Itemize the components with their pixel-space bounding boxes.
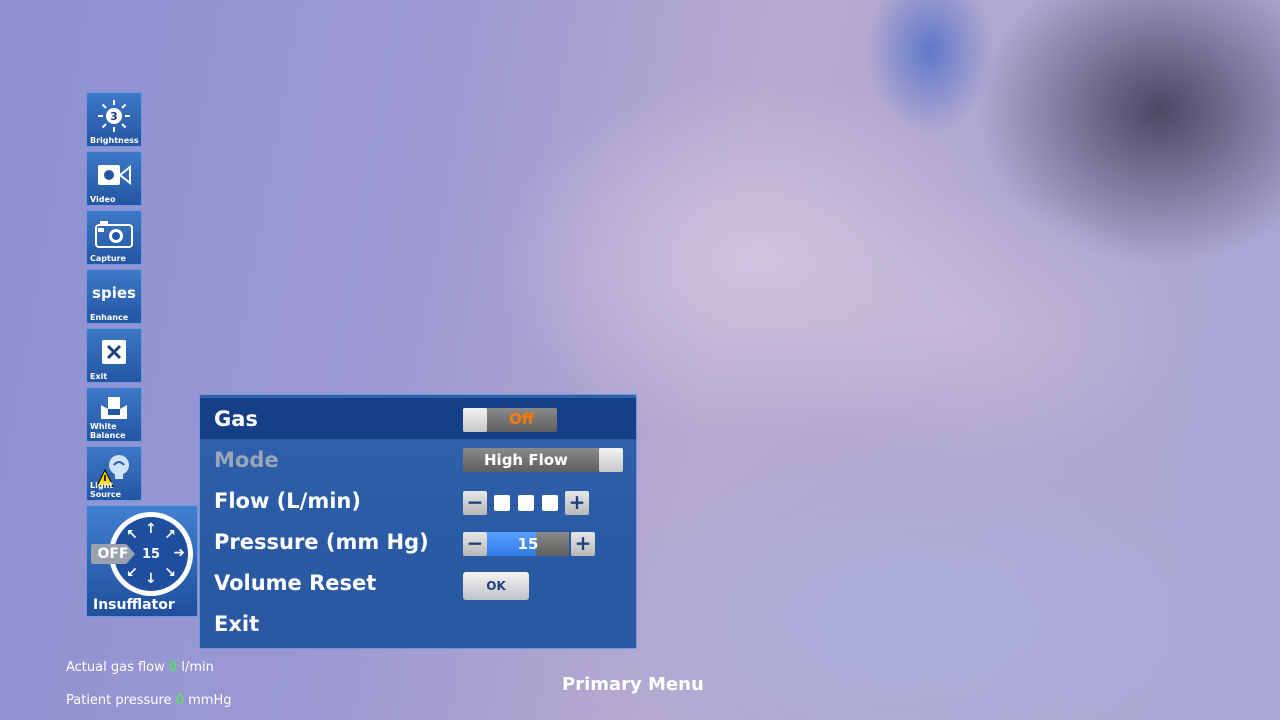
- spies-logo-icon: spies: [92, 284, 136, 302]
- pressure-bar: 15: [487, 532, 569, 556]
- patient-pressure-readout: Patient pressure 0 mmHg: [66, 693, 231, 708]
- camera-icon: [87, 217, 141, 251]
- insufflator-label: Insufflator: [93, 597, 175, 613]
- gas-flow-value: 0: [168, 660, 178, 675]
- patient-pressure-unit: mmHg: [188, 693, 232, 708]
- arrow-down-right-icon: ↘: [164, 565, 176, 581]
- flow-stepper[interactable]: − +: [463, 491, 590, 515]
- close-icon: [87, 335, 141, 369]
- brightness-button[interactable]: 3 Brightness: [86, 92, 142, 147]
- menu-row-pressure[interactable]: Pressure (mm Hg) − 15 +: [200, 521, 636, 562]
- arrow-up-icon: ↑: [145, 521, 157, 537]
- gas-flow-label: Actual gas flow: [66, 660, 165, 675]
- mode-label: Mode: [214, 448, 279, 472]
- flow-increase-button[interactable]: +: [565, 491, 589, 515]
- arrow-right-icon: ➜: [173, 545, 185, 561]
- volume-reset-ok-button[interactable]: OK: [463, 572, 529, 600]
- pressure-stepper[interactable]: − 15 +: [463, 532, 595, 556]
- gas-flow-readout: Actual gas flow 0 l/min: [66, 660, 214, 675]
- brightness-level: 3: [110, 110, 118, 123]
- flow-decrease-button[interactable]: −: [463, 491, 487, 515]
- insufflator-state-badge: OFF: [91, 544, 135, 564]
- insufflator-setpoint: 15: [141, 546, 161, 562]
- video-button[interactable]: Video: [86, 151, 142, 206]
- gas-flow-unit: l/min: [181, 660, 214, 675]
- insufflator-button[interactable]: ↑ ↓ ➜ ↖ ↗ ↙ ↘ 15 OFF Insufflator: [86, 505, 198, 617]
- gas-toggle-knob[interactable]: [463, 408, 487, 432]
- capture-label: Capture: [90, 254, 126, 263]
- arrow-down-left-icon: ↙: [126, 565, 138, 581]
- mode-toggle-value: High Flow: [484, 451, 568, 469]
- gas-label: Gas: [214, 407, 258, 431]
- enhance-button[interactable]: spies Enhance: [86, 269, 142, 324]
- insufflator-menu: Gas Off Mode High Flow Flow (L/min) − + …: [199, 394, 637, 649]
- capture-button[interactable]: Capture: [86, 210, 142, 265]
- patient-pressure-value: 0: [175, 693, 184, 708]
- pressure-label: Pressure (mm Hg): [214, 530, 429, 554]
- flow-label: Flow (L/min): [214, 489, 361, 513]
- mode-toggle[interactable]: High Flow: [463, 448, 623, 472]
- flow-level-square: [518, 495, 534, 511]
- arrow-up-right-icon: ↗: [164, 527, 176, 543]
- menu-row-mode[interactable]: Mode High Flow: [200, 439, 636, 480]
- menu-row-gas[interactable]: Gas Off: [200, 398, 636, 439]
- volume-reset-label: Volume Reset: [214, 571, 377, 595]
- exit-label: Exit: [90, 372, 108, 381]
- flow-level-square: [542, 495, 558, 511]
- brightness-icon: 3: [87, 99, 141, 133]
- video-camera-icon: [87, 158, 141, 192]
- video-label: Video: [90, 195, 116, 204]
- menu-row-flow[interactable]: Flow (L/min) − +: [200, 480, 636, 521]
- brightness-label: Brightness: [90, 136, 139, 145]
- menu-exit-label: Exit: [214, 612, 260, 636]
- flow-level-square: [494, 495, 510, 511]
- menu-row-volume-reset[interactable]: Volume Reset OK: [200, 562, 636, 603]
- pressure-value: 15: [517, 535, 539, 553]
- white-balance-icon: [87, 391, 141, 425]
- patient-pressure-label: Patient pressure: [66, 693, 172, 708]
- gas-toggle-value: Off: [509, 410, 534, 428]
- arrow-down-icon: ↓: [145, 571, 157, 587]
- mode-toggle-knob[interactable]: [599, 448, 623, 472]
- gas-toggle[interactable]: Off: [463, 408, 557, 432]
- exit-button[interactable]: Exit: [86, 328, 142, 383]
- pressure-increase-button[interactable]: +: [571, 532, 595, 556]
- menu-row-exit[interactable]: Exit: [200, 603, 636, 644]
- white-balance-button[interactable]: White Balance: [86, 387, 142, 442]
- light-source-button[interactable]: Light Source: [86, 446, 142, 501]
- white-balance-label: White Balance: [90, 422, 126, 440]
- tool-sidebar: 3 Brightness Video Capture spies Enhance…: [86, 92, 198, 621]
- pressure-decrease-button[interactable]: −: [463, 532, 487, 556]
- arrow-up-left-icon: ↖: [126, 527, 138, 543]
- primary-menu-title: Primary Menu: [562, 674, 704, 695]
- light-source-label: Light Source: [90, 481, 122, 499]
- enhance-label: Enhance: [90, 313, 129, 322]
